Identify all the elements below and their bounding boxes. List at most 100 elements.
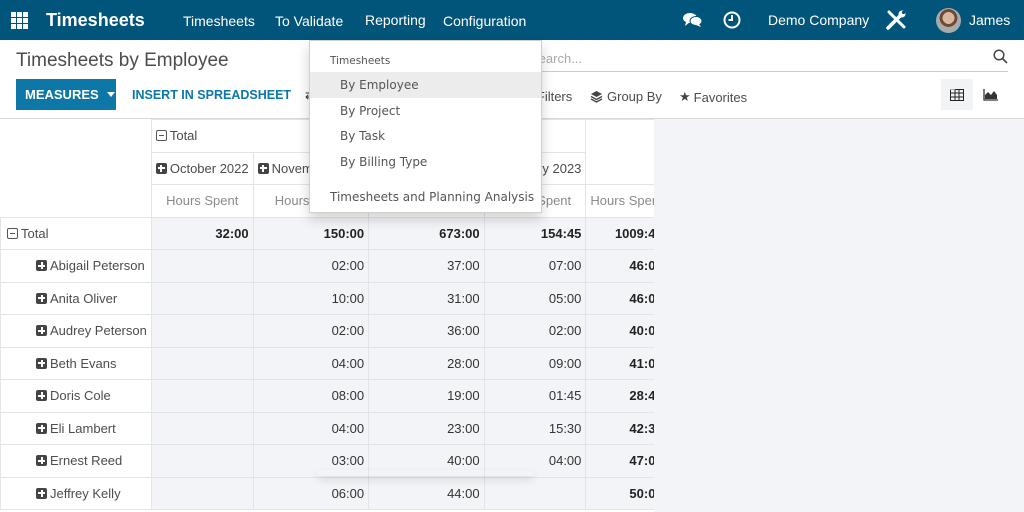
expand-icon <box>36 357 47 369</box>
cell[interactable]: 02:00 <box>252 249 370 283</box>
dropdown-item-by-billing-type[interactable]: By Billing Type <box>310 149 541 175</box>
cell[interactable] <box>150 411 254 445</box>
star-icon: ★ <box>679 89 691 104</box>
cell[interactable]: 673:00 <box>368 216 485 250</box>
col-header-month[interactable]: October 2022 <box>150 151 254 185</box>
cell[interactable]: 06:00 <box>252 476 370 510</box>
app-brand[interactable]: Timesheets <box>46 10 145 31</box>
collapse-icon <box>7 227 18 239</box>
cell[interactable]: 32:00 <box>150 216 254 250</box>
pivot-corner <box>0 119 152 218</box>
expand-icon <box>36 325 47 337</box>
page-title: Timesheets by Employee <box>16 50 229 71</box>
layers-icon <box>590 91 603 103</box>
clock-icon[interactable] <box>723 11 741 34</box>
total-row: Total 32:00 150:00 673:00 154:45 1009:45 <box>0 216 668 250</box>
dropdown-section-header: Timesheets <box>330 55 391 67</box>
filters-label: Filters <box>536 89 573 104</box>
row-header-employee[interactable]: Ernest Reed <box>0 444 152 478</box>
measures-button[interactable]: MEASURES <box>16 79 116 110</box>
apps-grid-icon[interactable] <box>11 12 28 29</box>
cell[interactable]: 04:00 <box>252 411 370 445</box>
group-by-label: Group By <box>607 89 662 104</box>
graph-view-button[interactable] <box>974 79 1006 110</box>
row-header-employee[interactable]: Audrey Peterson <box>0 314 152 348</box>
shadow <box>318 470 533 476</box>
chat-icon[interactable] <box>683 12 703 33</box>
cell[interactable] <box>150 444 254 478</box>
cell[interactable]: 36:00 <box>368 314 485 348</box>
cell[interactable]: 02:00 <box>252 314 370 348</box>
cell[interactable] <box>150 249 254 283</box>
table-icon <box>950 88 964 101</box>
row-header-employee[interactable]: Doris Cole <box>0 379 152 413</box>
dropdown-item-by-project[interactable]: By Project <box>310 98 541 124</box>
cell[interactable]: 07:00 <box>483 249 587 283</box>
table-row: Audrey Peterson 02:00 36:00 02:00 40:00 <box>0 314 668 348</box>
dropdown-item-by-employee[interactable]: By Employee <box>310 72 541 98</box>
table-row: Doris Cole 08:00 19:00 01:45 28:45 <box>0 379 668 413</box>
cell[interactable]: 01:45 <box>483 379 587 413</box>
measures-label: MEASURES <box>25 87 99 102</box>
cell[interactable] <box>150 281 254 315</box>
cell[interactable]: 37:00 <box>368 249 485 283</box>
table-row: Anita Oliver 10:00 31:00 05:00 46:00 <box>0 281 668 315</box>
expand-icon <box>257 162 269 174</box>
row-header-employee[interactable]: Abigail Peterson <box>0 249 152 283</box>
row-header-total[interactable]: Total <box>0 216 152 250</box>
collapse-icon <box>155 130 167 142</box>
cell[interactable]: 44:00 <box>368 476 485 510</box>
search-input[interactable]: Search... <box>530 46 1008 72</box>
top-navbar: Timesheets Timesheets To Validate Report… <box>0 0 1024 40</box>
empty-area <box>654 119 1024 512</box>
cell[interactable] <box>150 314 254 348</box>
area-chart-icon <box>982 88 998 101</box>
cell[interactable] <box>150 346 254 380</box>
expand-icon <box>36 422 47 434</box>
expand-icon <box>36 455 47 467</box>
menu-reporting[interactable]: Reporting <box>365 12 426 28</box>
table-row: Abigail Peterson 02:00 37:00 07:00 46:00 <box>0 249 668 283</box>
cell[interactable] <box>150 379 254 413</box>
cell[interactable]: 31:00 <box>368 281 485 315</box>
cell[interactable]: 28:00 <box>368 346 485 380</box>
group-by-button[interactable]: Group By <box>590 89 662 104</box>
cell[interactable]: 08:00 <box>252 379 370 413</box>
expand-icon <box>155 162 167 174</box>
cell[interactable]: 19:00 <box>368 379 485 413</box>
dropdown-item-planning-analysis[interactable]: Timesheets and Planning Analysis <box>310 184 541 210</box>
cell[interactable]: 150:00 <box>252 216 370 250</box>
row-header-employee[interactable]: Eli Lambert <box>0 411 152 445</box>
cell[interactable]: 05:00 <box>483 281 587 315</box>
menu-configuration[interactable]: Configuration <box>443 13 526 29</box>
menu-to-validate[interactable]: To Validate <box>275 13 343 29</box>
search-icon[interactable] <box>993 49 1008 69</box>
table-row: Eli Lambert 04:00 23:00 15:30 42:30 <box>0 411 668 445</box>
cell[interactable]: 09:00 <box>483 346 587 380</box>
tools-icon[interactable] <box>885 9 907 36</box>
cell[interactable]: 15:30 <box>483 411 587 445</box>
table-row: Jeffrey Kelly 06:00 44:00 50:00 <box>0 476 668 510</box>
row-header-employee[interactable]: Anita Oliver <box>0 281 152 315</box>
user-name[interactable]: James <box>969 12 1010 28</box>
cell[interactable]: 10:00 <box>252 281 370 315</box>
favorites-button[interactable]: ★ Favorites <box>679 89 747 105</box>
menu-timesheets[interactable]: Timesheets <box>183 13 255 29</box>
cell[interactable]: 04:00 <box>252 346 370 380</box>
cell[interactable]: 23:00 <box>368 411 485 445</box>
row-header-employee[interactable]: Beth Evans <box>0 346 152 380</box>
cell[interactable]: 02:00 <box>483 314 587 348</box>
avatar[interactable] <box>936 8 961 33</box>
cell[interactable] <box>483 476 587 510</box>
insert-in-spreadsheet-button[interactable]: INSERT IN SPREADSHEET <box>132 88 291 102</box>
expand-icon <box>36 390 47 402</box>
cell[interactable]: 154:45 <box>483 216 587 250</box>
expand-icon <box>36 487 47 499</box>
cell[interactable] <box>150 476 254 510</box>
company-switcher[interactable]: Demo Company <box>768 12 869 28</box>
pivot-view-button[interactable] <box>941 79 973 110</box>
row-header-employee[interactable]: Jeffrey Kelly <box>0 476 152 510</box>
expand-icon <box>36 260 47 272</box>
dropdown-item-by-task[interactable]: By Task <box>310 123 541 149</box>
measure-header[interactable]: Hours Spent <box>150 184 254 218</box>
